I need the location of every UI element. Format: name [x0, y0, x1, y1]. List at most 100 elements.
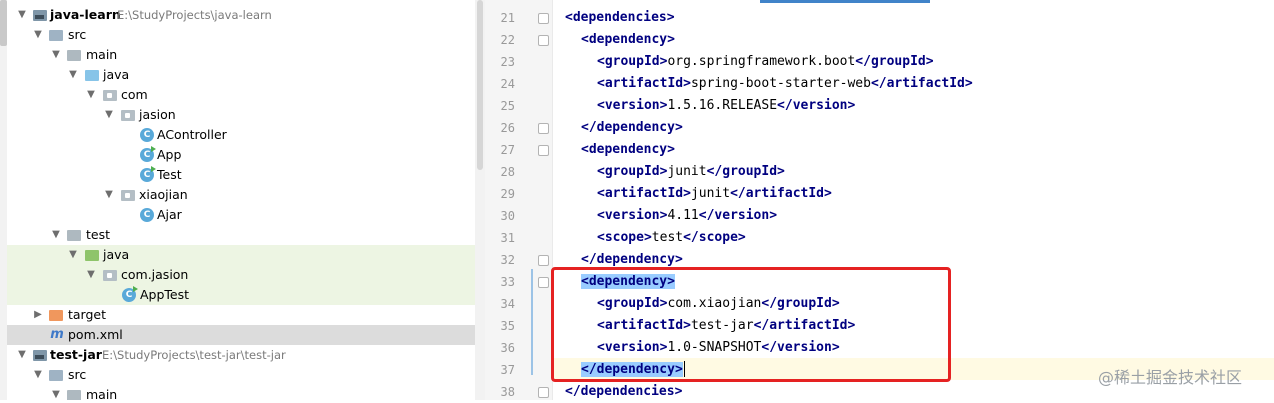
- collapse-arrow-icon[interactable]: ▼: [31, 25, 45, 45]
- package-icon: [121, 110, 135, 121]
- tree-node-label: com.jasion: [121, 267, 189, 282]
- folder-icon: [49, 30, 63, 41]
- tree-node-label: AController: [157, 127, 227, 142]
- line-number: 22: [500, 33, 515, 47]
- fold-marker-icon[interactable]: [538, 255, 549, 266]
- collapse-arrow-icon[interactable]: ▼: [15, 5, 29, 25]
- xml-open-tag: <version>: [597, 98, 668, 113]
- folder-icon: [67, 390, 81, 400]
- tree-node-label: main: [86, 387, 118, 400]
- package-icon: [121, 190, 135, 201]
- tree-node-label: AppTest: [140, 287, 190, 302]
- runnable-class-icon: C: [122, 286, 138, 302]
- tree-node-java-test-root[interactable]: ▼ java: [7, 245, 475, 265]
- module-path: E:\StudyProjects\java-learn: [117, 8, 272, 22]
- expand-arrow-icon[interactable]: ▶: [31, 305, 45, 325]
- code-line-21[interactable]: <dependencies>: [565, 7, 675, 29]
- collapse-arrow-icon[interactable]: ▼: [49, 45, 63, 65]
- vcs-change-marker[interactable]: [531, 269, 533, 375]
- code-line-24[interactable]: <artifactId>spring-boot-starter-web</art…: [597, 73, 973, 95]
- tree-node-main[interactable]: ▼ main: [7, 45, 475, 65]
- line-number: 29: [500, 187, 515, 201]
- tree-node-target[interactable]: ▶ target: [7, 305, 475, 325]
- tree-node-xiaojian[interactable]: ▼ xiaojian: [7, 185, 475, 205]
- tree-node-test-class[interactable]: C Test: [7, 165, 475, 185]
- tree-node-test[interactable]: ▼ test: [7, 225, 475, 245]
- xml-close-tag: </groupId>: [706, 164, 785, 179]
- xml-text: org.springframework.boot: [667, 54, 856, 69]
- code-line-30[interactable]: <version>4.11</version>: [597, 205, 777, 227]
- code-line-25[interactable]: <version>1.5.16.RELEASE</version>: [597, 95, 855, 117]
- project-scrollbar-thumb[interactable]: [0, 0, 7, 46]
- tree-node-ajar[interactable]: C Ajar: [7, 205, 475, 225]
- collapse-arrow-icon[interactable]: ▼: [49, 385, 63, 400]
- tree-node-src[interactable]: ▼ src: [7, 25, 475, 45]
- tree-node-test-jar[interactable]: ▼ test-jar E:\StudyProjects\test-jar\tes…: [7, 345, 475, 365]
- tree-node-java-source-root[interactable]: ▼ java: [7, 65, 475, 85]
- fold-marker-icon[interactable]: [538, 123, 549, 134]
- code-line-23[interactable]: <groupId>org.springframework.boot</group…: [597, 51, 934, 73]
- tree-node-label: jasion: [139, 107, 176, 122]
- collapse-arrow-icon[interactable]: ▼: [66, 65, 80, 85]
- code-line-22[interactable]: <dependency>: [581, 29, 675, 51]
- tree-node-com-jasion[interactable]: ▼ com.jasion: [7, 265, 475, 285]
- line-number: 34: [500, 297, 515, 311]
- line-number: 25: [500, 99, 515, 113]
- xml-close-tag: </version>: [698, 208, 778, 223]
- xml-open-tag: <groupId>: [597, 164, 668, 179]
- code-line-28[interactable]: <groupId>junit</groupId>: [597, 161, 785, 183]
- project-vertical-scrollbar-thumb[interactable]: [477, 0, 483, 170]
- fold-marker-icon[interactable]: [538, 387, 549, 398]
- code-line-27[interactable]: <dependency>: [581, 139, 675, 161]
- tree-node-label: java: [103, 247, 130, 262]
- line-number: 36: [500, 341, 515, 355]
- excluded-folder-icon: [49, 310, 63, 321]
- xml-open-tag: <dependencies>: [565, 10, 675, 25]
- xml-close-tag: </groupId>: [855, 54, 934, 69]
- runnable-class-icon: C: [140, 166, 156, 182]
- collapse-arrow-icon[interactable]: ▼: [66, 245, 80, 265]
- tree-node-java-learn[interactable]: ▼ java-learn E:\StudyProjects\java-learn: [7, 5, 475, 25]
- xml-close-tag: </artifactId>: [870, 76, 973, 91]
- package-icon: [103, 90, 117, 101]
- xml-text: test: [651, 230, 684, 245]
- panel-splitter[interactable]: [475, 0, 485, 400]
- fold-marker-icon[interactable]: [538, 145, 549, 156]
- tree-node-src[interactable]: ▼ src: [7, 365, 475, 385]
- code-line-29[interactable]: <artifactId>junit</artifactId>: [597, 183, 832, 205]
- xml-text: spring-boot-starter-web: [690, 76, 871, 91]
- tree-node-label: src: [68, 367, 87, 382]
- tree-node-apptest[interactable]: C AppTest: [7, 285, 475, 305]
- line-number: 33: [500, 275, 515, 289]
- line-number: 23: [500, 55, 515, 69]
- tree-node-main[interactable]: ▼ main: [7, 385, 475, 400]
- collapse-arrow-icon[interactable]: ▼: [102, 185, 116, 205]
- collapse-arrow-icon[interactable]: ▼: [102, 105, 116, 125]
- xml-open-tag: <artifactId>: [597, 186, 691, 201]
- annotation-highlight-box: [551, 267, 951, 382]
- project-scrollbar[interactable]: [0, 0, 7, 400]
- tree-node-acontroller[interactable]: C AController: [7, 125, 475, 145]
- java-class-icon: C: [140, 208, 154, 222]
- tree-node-com[interactable]: ▼ com: [7, 85, 475, 105]
- fold-marker-icon[interactable]: [538, 13, 549, 24]
- fold-marker-icon[interactable]: [538, 35, 549, 46]
- tree-node-jasion[interactable]: ▼ jasion: [7, 105, 475, 125]
- tree-node-pom-xml[interactable]: m pom.xml: [7, 325, 475, 345]
- collapse-arrow-icon[interactable]: ▼: [49, 225, 63, 245]
- collapse-arrow-icon[interactable]: ▼: [84, 265, 98, 285]
- active-tab-indicator: [760, 0, 930, 3]
- editor-gutter[interactable]: 21 22 23 24 25 26 27 28 29 30 31 32 33 3…: [485, 0, 553, 400]
- line-number: 35: [500, 319, 515, 333]
- fold-marker-icon[interactable]: [538, 277, 549, 288]
- code-line-26[interactable]: </dependency>: [581, 117, 683, 139]
- tree-node-app[interactable]: C App: [7, 145, 475, 165]
- collapse-arrow-icon[interactable]: ▼: [15, 345, 29, 365]
- module-folder-icon: [33, 350, 47, 361]
- xml-text: 1.5.16.RELEASE: [667, 98, 778, 113]
- line-number: 24: [500, 77, 515, 91]
- collapse-arrow-icon[interactable]: ▼: [84, 85, 98, 105]
- package-icon: [103, 270, 117, 281]
- collapse-arrow-icon[interactable]: ▼: [31, 365, 45, 385]
- code-line-31[interactable]: <scope>test</scope>: [597, 227, 746, 249]
